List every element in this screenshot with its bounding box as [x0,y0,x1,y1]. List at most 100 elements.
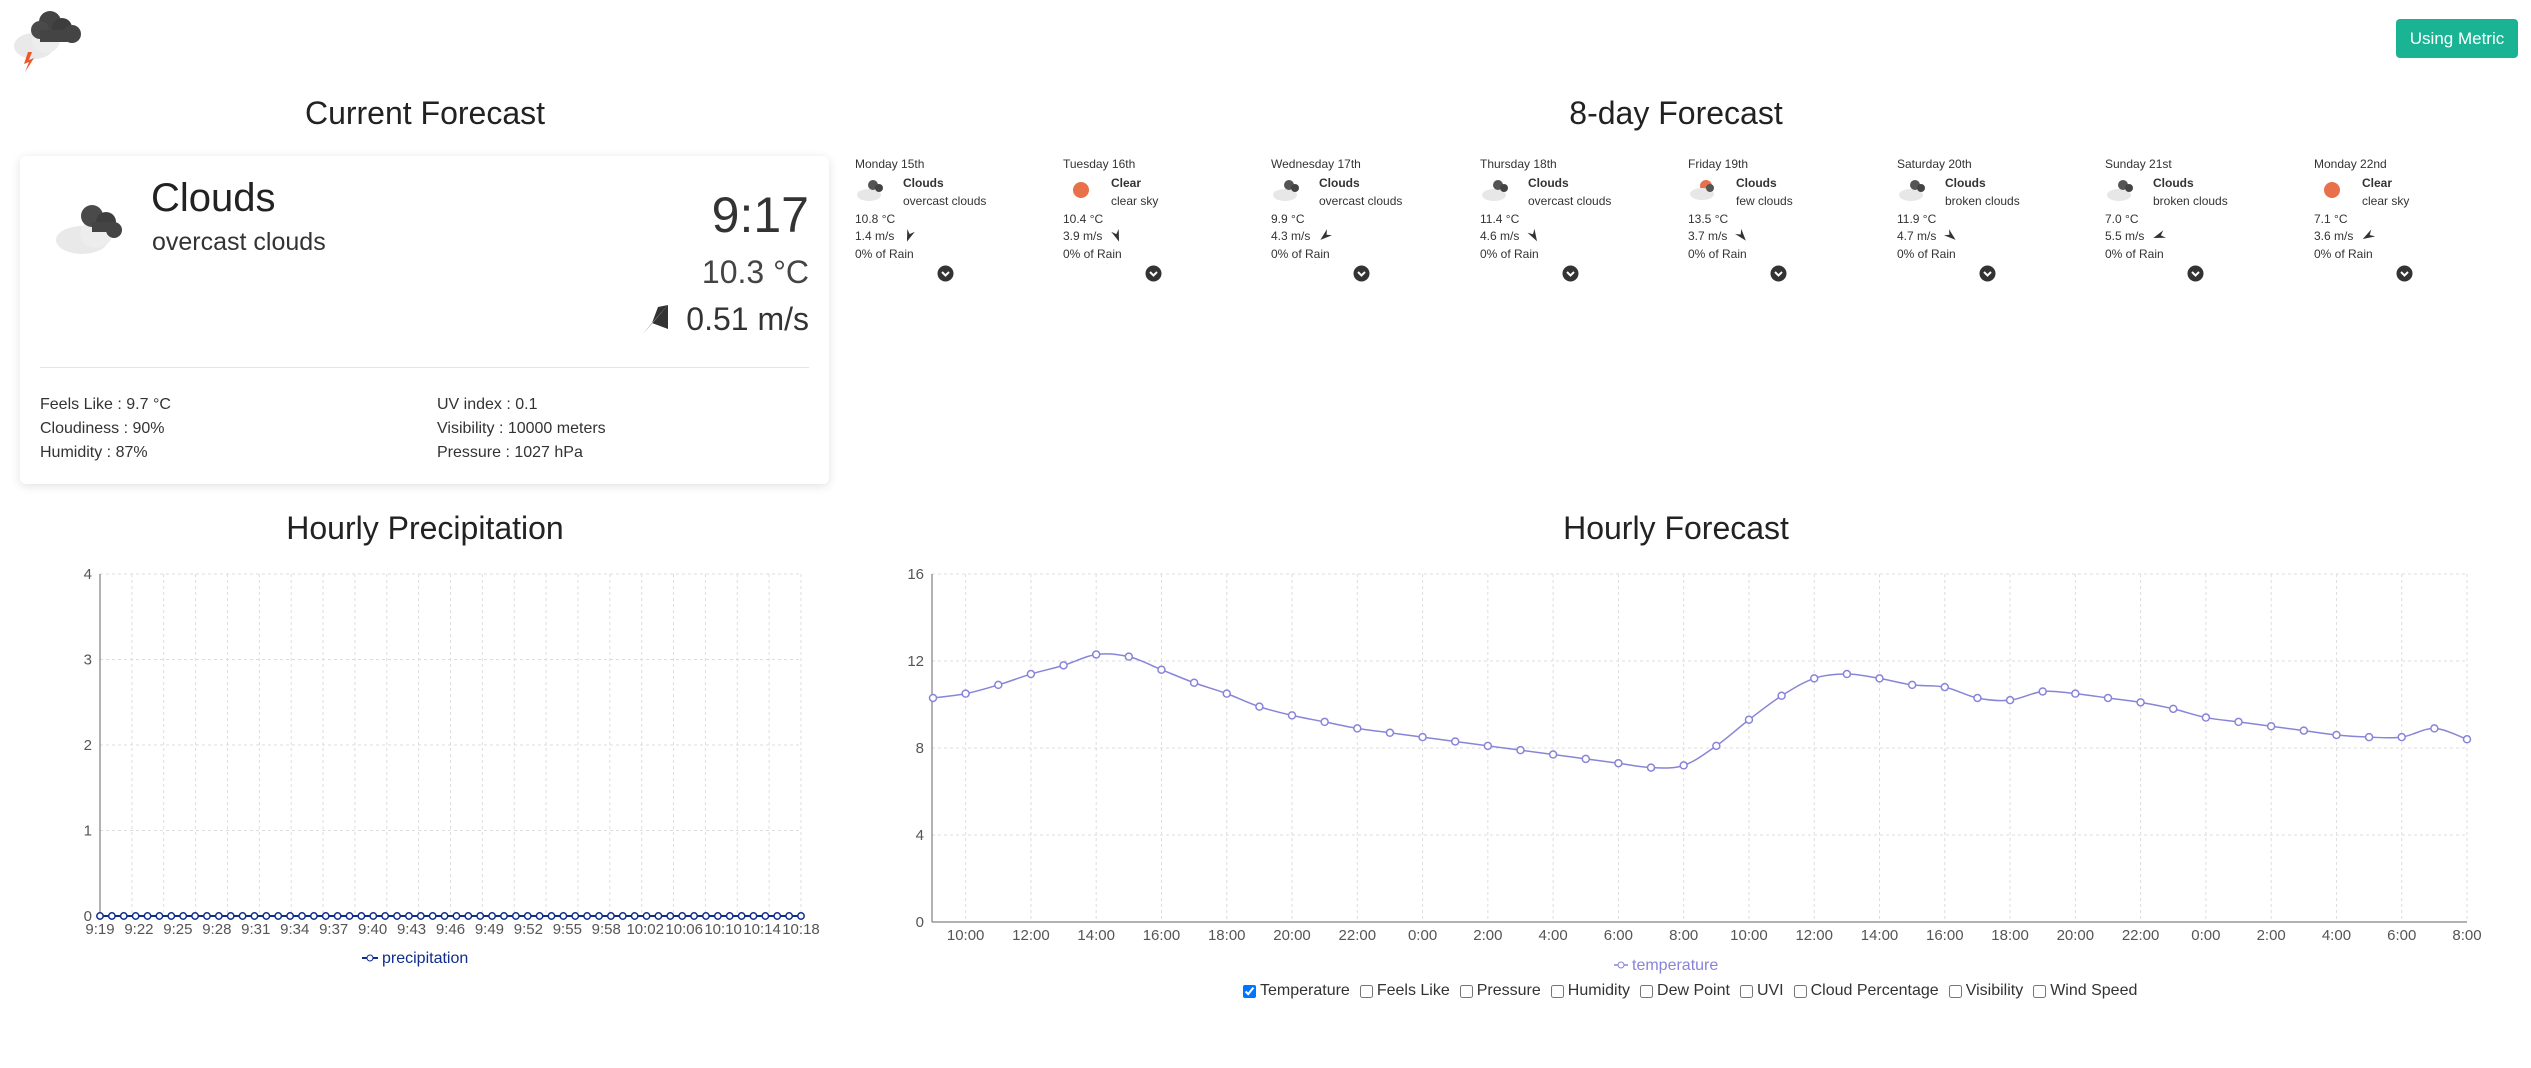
expand-chevron-icon[interactable] [937,265,954,282]
series-checkbox[interactable] [2033,984,2047,998]
expand-chevron-icon[interactable] [2396,265,2413,282]
precipitation-point [500,912,508,920]
y-tick-label: 2 [84,737,92,754]
unit-toggle-button[interactable]: Using Metric [2396,19,2518,58]
precipitation-point [773,912,782,920]
day-rain-chance: 0% of Rain [1897,247,1956,261]
temperature-point [1320,717,1329,727]
series-checkbox[interactable] [1793,984,1807,998]
day-description: few clouds [1736,194,1793,208]
precipitation-point [238,912,247,920]
day-temperature: 10.8 °C [855,212,896,226]
precipitation-point [381,912,390,920]
precipitation-point [214,912,223,920]
y-tick-label: 1 [84,823,92,840]
day-wind-speed: 4.3 m/s [1271,229,1311,243]
series-toggle-cloud-percentage[interactable]: Cloud Percentage [1793,982,1939,1000]
precipitation-point [666,912,675,920]
day-wind-speed: 1.4 m/s [855,229,895,243]
precipitation-point [298,912,306,920]
series-toggle-temperature[interactable]: Temperature [1243,982,1350,1000]
series-checkbox-label: Wind Speed [2050,982,2138,999]
precipitation-point [131,912,140,920]
series-checkbox[interactable] [1640,984,1654,998]
temperature-point [1255,702,1264,711]
temperature-point [1973,693,1982,703]
x-tick-label: 9:46 [436,921,465,938]
day-condition: Clouds [1736,176,1777,190]
expand-chevron-icon[interactable] [1353,265,1370,282]
day-wind: 3.7 m/s [1688,229,1749,243]
day-description: overcast clouds [903,194,987,208]
x-tick-label: 8:00 [2452,927,2481,944]
day-description: overcast clouds [1319,194,1403,208]
expand-chevron-icon[interactable] [1562,265,1579,282]
expand-chevron-icon[interactable] [2187,265,2204,282]
hourly-forecast-title: Hourly Forecast [1563,510,1789,546]
day-rain-chance: 0% of Rain [855,247,914,261]
temperature-point [1614,758,1623,768]
series-toggle-uvi[interactable]: UVI [1739,982,1784,1000]
precipitation-point [523,912,532,920]
series-checkbox-label: Humidity [1567,982,1631,999]
x-tick-label: 9:22 [124,921,153,938]
precipitation-point [167,912,176,920]
x-tick-label: 9:58 [592,921,621,938]
series-checkbox[interactable] [1459,984,1473,998]
wind-direction-arrow-icon [1735,229,1747,241]
temperature-point [928,693,938,703]
series-checkbox[interactable] [1739,984,1753,998]
day-name: Sunday 21st [2105,157,2172,171]
series-checkbox[interactable] [1550,984,1564,998]
temperature-point [1222,689,1231,698]
series-checkbox[interactable] [1243,984,1256,998]
series-toggle-dew-point[interactable]: Dew Point [1640,982,1730,1000]
series-checkbox[interactable] [1948,984,1962,998]
temperature-point [2462,735,2472,744]
series-toggle-wind-speed[interactable]: Wind Speed [2033,982,2137,1000]
x-tick-label: 20:00 [1273,927,1311,944]
expand-chevron-icon[interactable] [1770,265,1787,282]
card-divider [40,367,809,368]
expand-chevron-icon[interactable] [1145,265,1162,282]
precipitation-point [286,912,295,920]
series-checkbox-label: Temperature [1260,982,1350,999]
temperature-point [994,680,1003,690]
day-wind-speed: 3.9 m/s [1063,229,1103,243]
precipitation-point [571,912,580,920]
day-condition: Clouds [1319,176,1360,190]
series-toggle-feels-like[interactable]: Feels Like [1359,982,1450,1000]
series-toggle-pressure[interactable]: Pressure [1459,982,1541,1000]
temperature-point [1059,661,1068,670]
legend-marker-dot [1617,961,1625,969]
y-tick-label: 4 [916,827,924,844]
precipitation-point [642,912,651,920]
y-tick-label: 3 [84,652,92,669]
current-wind-speed: 0.51 m/s [686,301,809,337]
x-tick-label: 14:00 [1861,927,1899,944]
temperature-point [1353,724,1362,733]
humidity: Humidity : 87% [40,444,148,461]
day-name: Wednesday 17th [1271,157,1361,171]
precipitation-point [440,912,449,920]
precipitation-point [797,912,805,920]
precipitation-point [96,912,104,920]
series-toggle-humidity[interactable]: Humidity [1550,982,1631,1000]
day-description: broken clouds [1945,194,2020,208]
current-forecast-card: Clouds overcast clouds 9:17 10.3 °C 0.51… [20,156,829,484]
precipitation-point [654,912,663,920]
x-tick-label: 9:34 [280,921,309,938]
day-wind-speed: 4.6 m/s [1480,229,1520,243]
x-tick-label: 14:00 [1077,927,1115,944]
series-toggle-visibility[interactable]: Visibility [1948,982,2023,1000]
sun-icon [1073,182,1089,198]
clouds-icon [1899,180,1925,201]
temperature-point [1189,678,1199,687]
precipitation-point [595,912,603,920]
precipitation-point [488,912,497,920]
precipitation-point [226,912,235,920]
precipitation-point [785,912,794,920]
series-checkbox[interactable] [1359,984,1373,998]
day-name: Thursday 18th [1480,157,1557,171]
expand-chevron-icon[interactable] [1979,265,1996,282]
